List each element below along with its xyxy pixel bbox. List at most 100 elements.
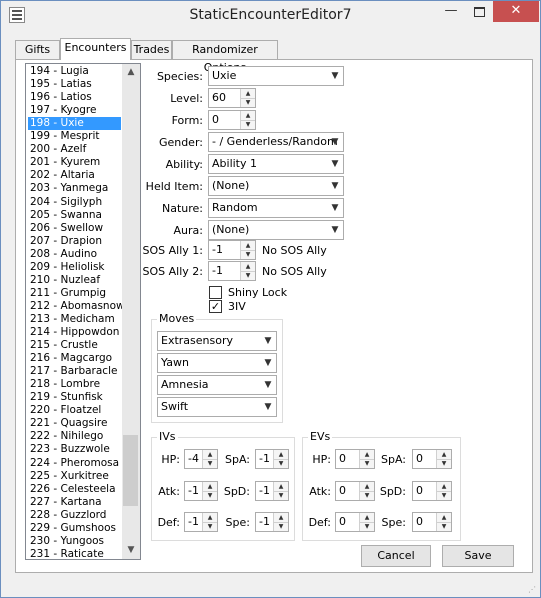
chevron-down-icon: ▼ xyxy=(331,137,339,147)
move-4-select[interactable]: Swift ▼ xyxy=(157,397,277,417)
list-item[interactable]: 195 - Latias xyxy=(28,78,121,91)
list-item[interactable]: 199 - Mesprit xyxy=(28,130,121,143)
aura-label: Aura: xyxy=(173,224,203,237)
ability-select[interactable]: Ability 1 ▼ xyxy=(208,154,344,174)
list-item[interactable]: 220 - Floatzel xyxy=(28,404,121,417)
list-item[interactable]: 229 - Gumshoos xyxy=(28,522,121,535)
iv-def-stepper[interactable]: -1 ▲ ▼ xyxy=(184,512,218,532)
iv-spa-label: SpA: xyxy=(224,453,250,466)
scroll-up-icon[interactable]: ▲ xyxy=(122,64,140,81)
iv-def-label: Def: xyxy=(157,516,180,529)
list-item[interactable]: 212 - Abomasnow xyxy=(28,300,125,313)
chevron-down-icon: ▼ xyxy=(331,203,339,213)
chevron-down-icon: ▼ xyxy=(331,181,339,191)
nature-label: Nature: xyxy=(161,202,203,215)
tab-randomizer-options[interactable]: Randomizer Options xyxy=(172,40,278,74)
maximize-icon[interactable] xyxy=(465,1,493,22)
gender-select[interactable]: - / Genderless/Random ▼ xyxy=(208,132,344,152)
chevron-down-icon: ▼ xyxy=(264,358,272,368)
ev-hp-stepper[interactable]: 0 ▲ ▼ xyxy=(335,449,375,469)
resize-grip-icon[interactable]: ⋰ xyxy=(528,585,540,597)
tab-encounters[interactable]: Encounters xyxy=(60,38,131,60)
list-item[interactable]: 231 - Raticate xyxy=(28,548,121,559)
list-item[interactable]: 226 - Celesteela xyxy=(28,483,121,496)
list-item[interactable]: 227 - Kartana xyxy=(28,496,121,509)
editor-window: StaticEncounterEditor7 — ✕ Gifts Encount… xyxy=(0,0,541,598)
cancel-button[interactable]: Cancel xyxy=(361,545,431,567)
list-item[interactable]: 223 - Buzzwole xyxy=(28,443,121,456)
list-item[interactable]: 215 - Crustle xyxy=(28,339,121,352)
sos-ally-2-label: SOS Ally 2: xyxy=(142,265,203,278)
iv-atk-stepper[interactable]: -1 ▲ ▼ xyxy=(184,481,218,501)
list-item[interactable]: 206 - Swellow xyxy=(28,222,121,235)
tab-gifts[interactable]: Gifts xyxy=(15,40,60,59)
list-item[interactable]: 205 - Swanna xyxy=(28,209,121,222)
list-item[interactable]: 216 - Magcargo xyxy=(28,352,121,365)
list-item[interactable]: 198 - Uxie xyxy=(28,117,121,131)
tab-trades[interactable]: Trades xyxy=(131,40,172,59)
ev-spe-stepper[interactable]: 0 ▲ ▼ xyxy=(412,512,452,532)
encounter-list[interactable]: 194 - Lugia 195 - Latias 196 - Latios 197 -… xyxy=(25,63,141,560)
title-bar: StaticEncounterEditor7 — ✕ xyxy=(1,1,540,31)
list-item[interactable]: 202 - Altaria xyxy=(28,169,121,182)
ev-def-label: Def: xyxy=(308,516,331,529)
list-item[interactable]: 221 - Quagsire xyxy=(28,417,121,430)
list-item[interactable]: 204 - Sigilyph xyxy=(28,196,121,209)
iv-spa-stepper[interactable]: -1 ▲ ▼ xyxy=(255,449,289,469)
list-item[interactable]: 218 - Lombre xyxy=(28,378,121,391)
sos-ally-2-stepper[interactable]: -1 ▲ ▼ xyxy=(208,261,256,281)
list-item[interactable]: 197 - Kyogre xyxy=(28,104,121,117)
scroll-thumb[interactable] xyxy=(123,435,138,506)
list-item[interactable]: 208 - Audino xyxy=(28,248,121,261)
close-icon[interactable]: ✕ xyxy=(493,1,539,22)
held-item-select[interactable]: (None) ▼ xyxy=(208,176,344,196)
list-item[interactable]: 230 - Yungoos xyxy=(28,535,121,548)
list-item[interactable]: 213 - Medicham xyxy=(28,313,121,326)
move-1-select[interactable]: Extrasensory ▼ xyxy=(157,331,277,351)
minimize-icon[interactable]: — xyxy=(437,1,465,22)
shiny-lock-checkbox[interactable] xyxy=(209,286,222,299)
three-iv-checkbox[interactable]: ✓ xyxy=(209,300,222,313)
species-label: Species: xyxy=(156,70,203,83)
list-item[interactable]: 209 - Heliolisk xyxy=(28,261,121,274)
move-2-select[interactable]: Yawn ▼ xyxy=(157,353,277,373)
list-item[interactable]: 201 - Kyurem xyxy=(28,156,121,169)
level-stepper[interactable]: 60 ▲ ▼ xyxy=(208,88,256,108)
list-scrollbar[interactable]: ▲ ▼ xyxy=(122,64,140,559)
list-item[interactable]: 224 - Pheromosa xyxy=(28,457,121,470)
species-select[interactable]: Uxie ▼ xyxy=(208,66,344,86)
save-button[interactable]: Save xyxy=(442,545,514,567)
chevron-down-icon: ▼ xyxy=(264,380,272,390)
list-item[interactable]: 203 - Yanmega xyxy=(28,182,121,195)
list-item[interactable]: 228 - Guzzlord xyxy=(28,509,121,522)
list-item[interactable]: 222 - Nihilego xyxy=(28,430,121,443)
ev-spa-stepper[interactable]: 0 ▲ ▼ xyxy=(412,449,452,469)
list-item[interactable]: 196 - Latios xyxy=(28,91,121,104)
list-item[interactable]: 200 - Azelf xyxy=(28,143,121,156)
chevron-down-icon: ▼ xyxy=(331,225,339,235)
chevron-down-icon: ▼ xyxy=(331,71,339,81)
list-item[interactable]: 219 - Stunfisk xyxy=(28,391,121,404)
list-item[interactable]: 214 - Hippowdon xyxy=(28,326,121,339)
list-item[interactable]: 210 - Nuzleaf xyxy=(28,274,121,287)
list-item[interactable]: 211 - Grumpig xyxy=(28,287,121,300)
sos-ally-1-label: SOS Ally 1: xyxy=(142,244,203,257)
ev-def-stepper[interactable]: 0 ▲ ▼ xyxy=(335,512,375,532)
scroll-down-icon[interactable]: ▼ xyxy=(122,542,140,559)
sos-ally-1-stepper[interactable]: -1 ▲ ▼ xyxy=(208,240,256,260)
iv-hp-label: HP: xyxy=(161,453,180,466)
nature-select[interactable]: Random ▼ xyxy=(208,198,344,218)
iv-spd-stepper[interactable]: -1 ▲ ▼ xyxy=(255,481,289,501)
list-item[interactable]: 217 - Barbaracle xyxy=(28,365,121,378)
move-3-select[interactable]: Amnesia ▼ xyxy=(157,375,277,395)
ev-spd-stepper[interactable]: 0 ▲ ▼ xyxy=(412,481,452,501)
iv-atk-label: Atk: xyxy=(158,485,180,498)
aura-select[interactable]: (None) ▼ xyxy=(208,220,344,240)
list-item[interactable]: 225 - Xurkitree xyxy=(28,470,121,483)
list-item[interactable]: 207 - Drapion xyxy=(28,235,121,248)
iv-spe-stepper[interactable]: -1 ▲ ▼ xyxy=(255,512,289,532)
ev-atk-stepper[interactable]: 0 ▲ ▼ xyxy=(335,481,375,501)
list-item[interactable]: 194 - Lugia xyxy=(28,65,121,78)
iv-hp-stepper[interactable]: -4 ▲ ▼ xyxy=(184,449,218,469)
form-stepper[interactable]: 0 ▲ ▼ xyxy=(208,110,256,130)
